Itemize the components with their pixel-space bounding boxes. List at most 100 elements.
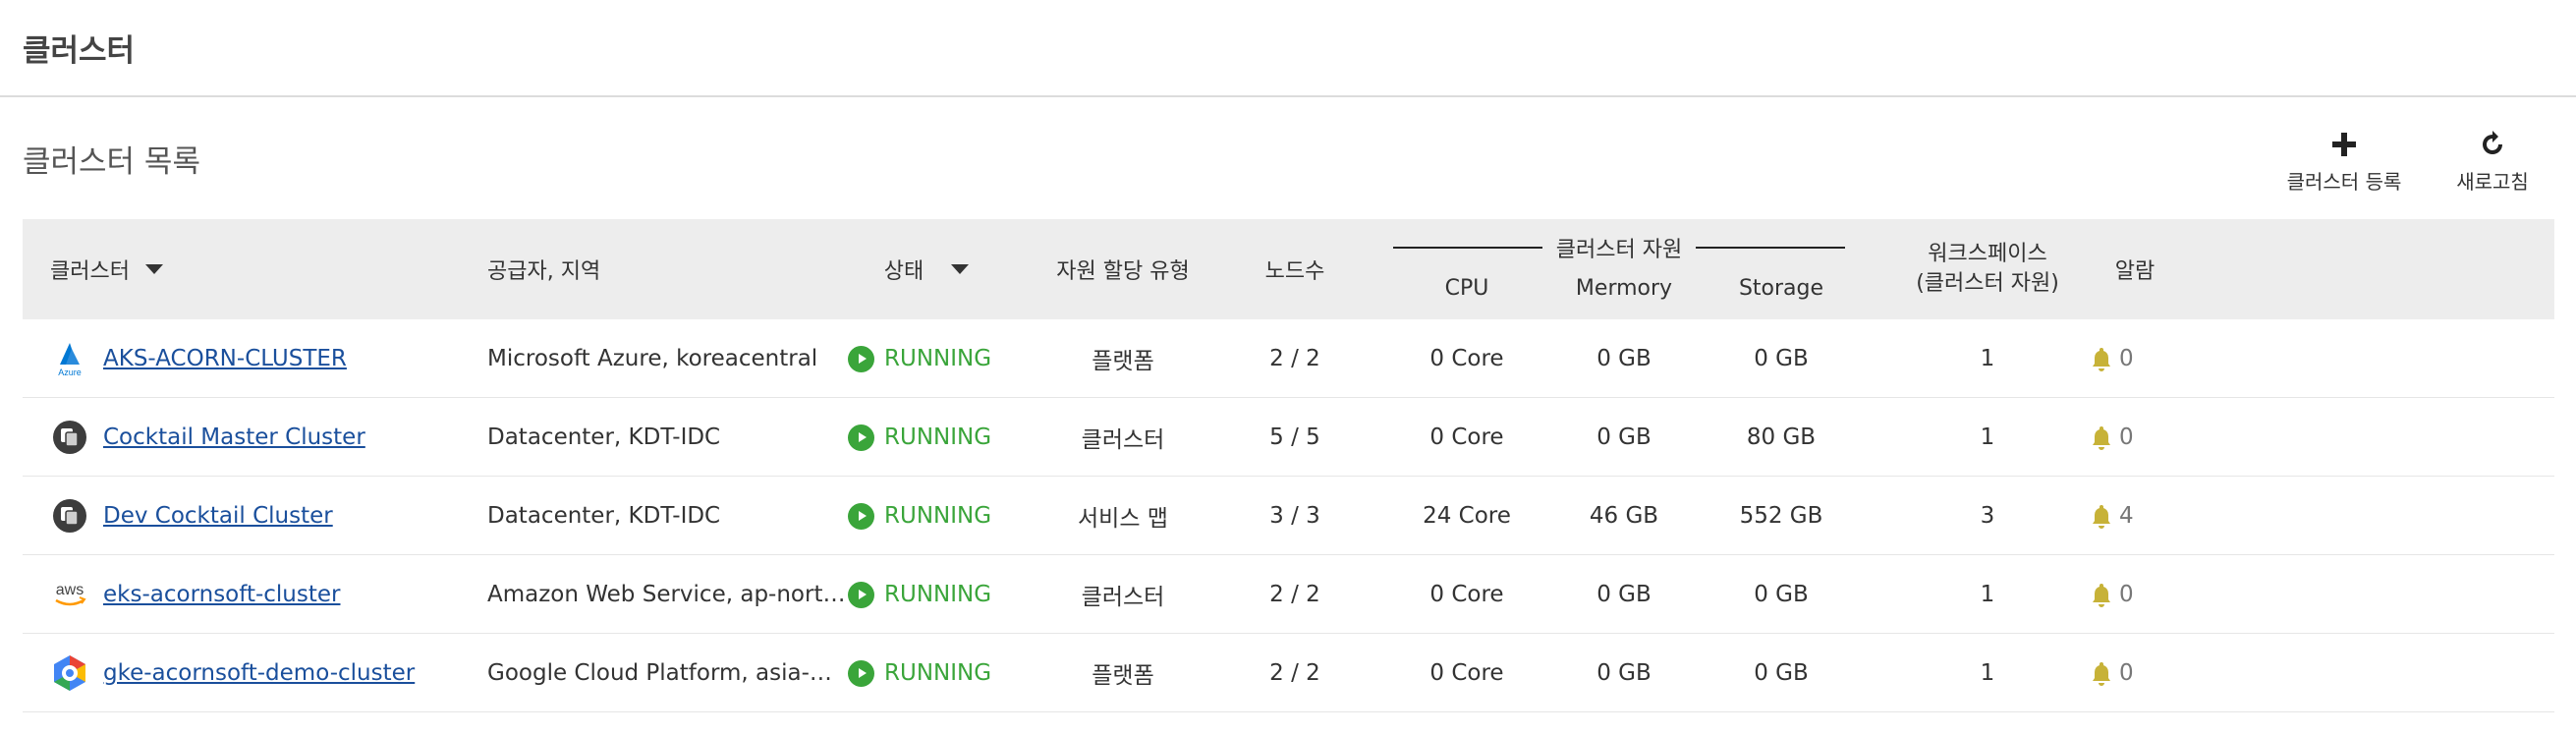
provider-text: Microsoft Azure, koreacentral <box>487 346 818 371</box>
table-row[interactable]: gke-acornsoft-demo-cluster Google Cloud … <box>23 634 2554 712</box>
cluster-name-link[interactable]: AKS-ACORN-CLUSTER <box>103 346 347 371</box>
cpu-cell: 24 Core <box>1393 477 1540 555</box>
workspace-text: 1 <box>1980 582 1995 607</box>
alarm-cell: 0 <box>2088 555 2186 634</box>
toolbar: 클러스터 등록 새로고침 <box>2275 129 2537 195</box>
cluster-cell: aws eks-acornsoft-cluster <box>50 555 482 634</box>
cluster-name-link[interactable]: gke-acornsoft-demo-cluster <box>103 660 415 686</box>
cluster-cell: Azure AKS-ACORN-CLUSTER <box>50 319 482 398</box>
status-badge: RUNNING <box>848 659 991 687</box>
workspace-cell: 1 <box>1870 398 2105 477</box>
play-icon <box>848 345 874 372</box>
storage-text: 0 GB <box>1754 660 1809 686</box>
status-cell: RUNNING <box>848 319 1025 398</box>
play-icon <box>848 659 874 687</box>
storage-text: 80 GB <box>1746 424 1817 450</box>
table-row[interactable]: Cocktail Master Cluster Datacenter, KDT-… <box>23 398 2554 477</box>
storage-text: 0 GB <box>1754 582 1809 607</box>
sort-down-icon <box>144 264 163 274</box>
provider-cell: Amazon Web Service, ap-nort… <box>487 555 846 634</box>
alarm-cell: 4 <box>2088 477 2186 555</box>
cluster-name-link[interactable]: Cocktail Master Cluster <box>103 424 365 450</box>
bell-icon <box>2093 505 2110 529</box>
alloc-type-text: 클러스터 <box>1081 585 1165 610</box>
cpu-text: 0 Core <box>1429 660 1504 686</box>
col-status-label: 상태 <box>883 259 924 284</box>
col-memory-label: Mermory <box>1575 276 1673 301</box>
status-text: RUNNING <box>884 346 992 371</box>
workspace-text: 1 <box>1980 346 1995 371</box>
col-workspace-sublabel: (클러스터 자원) <box>1916 271 2059 296</box>
alarm-count: 4 <box>2119 503 2134 529</box>
cluster-name-link[interactable]: eks-acornsoft-cluster <box>103 582 340 607</box>
col-alarm: 알람 <box>2066 219 2204 319</box>
provider-cell: Datacenter, KDT-IDC <box>487 477 846 555</box>
cluster-cell: Cocktail Master Cluster <box>50 398 482 477</box>
cpu-text: 0 Core <box>1429 582 1504 607</box>
storage-cell: 0 GB <box>1708 634 1855 712</box>
play-icon <box>848 502 874 530</box>
add-cluster-button[interactable]: 클러스터 등록 <box>2275 129 2413 195</box>
workspace-text: 1 <box>1980 660 1995 686</box>
nodes-cell: 3 / 3 <box>1236 477 1354 555</box>
provider-text: Datacenter, KDT-IDC <box>487 503 721 529</box>
bell-icon <box>2093 584 2110 607</box>
workspace-text: 1 <box>1980 424 1995 450</box>
alarm-count: 0 <box>2119 346 2134 371</box>
divider <box>1696 247 1845 249</box>
cluster-cell: gke-acornsoft-demo-cluster <box>50 634 482 712</box>
col-cluster[interactable]: 클러스터 <box>50 219 247 319</box>
alarm-cell: 0 <box>2088 634 2186 712</box>
alarm-count: 0 <box>2119 582 2134 607</box>
alarm-cell: 0 <box>2088 398 2186 477</box>
alloc-type-cell: 클러스터 <box>1025 398 1221 477</box>
table-row[interactable]: Azure AKS-ACORN-CLUSTER Microsoft Azure,… <box>23 319 2554 398</box>
alloc-type-text: 플랫폼 <box>1092 349 1154 374</box>
col-cpu-label: CPU <box>1444 276 1489 301</box>
refresh-button[interactable]: 새로고침 <box>2448 129 2537 195</box>
col-status[interactable]: 상태 <box>848 219 1005 319</box>
alloc-type-cell: 클러스터 <box>1025 555 1221 634</box>
alloc-type-text: 플랫폼 <box>1092 663 1154 689</box>
status-cell: RUNNING <box>848 634 1025 712</box>
storage-cell: 0 GB <box>1708 555 1855 634</box>
alloc-type-text: 서비스 맵 <box>1078 506 1168 532</box>
workspace-cell: 1 <box>1870 634 2105 712</box>
memory-text: 0 GB <box>1596 346 1652 371</box>
bell-icon <box>2093 662 2110 686</box>
alarm-badge[interactable]: 0 <box>2088 345 2134 372</box>
table-row[interactable]: aws eks-acornsoft-cluster Amazon Web Ser… <box>23 555 2554 634</box>
col-provider: 공급자, 지역 <box>487 219 684 319</box>
cluster-name-link[interactable]: Dev Cocktail Cluster <box>103 503 333 529</box>
alarm-badge[interactable]: 4 <box>2088 502 2134 530</box>
status-text: RUNNING <box>884 503 992 529</box>
list-header: 클러스터 목록 클러스터 등록 새로고침 <box>0 97 2576 219</box>
alloc-type-cell: 서비스 맵 <box>1025 477 1221 555</box>
aws-icon: aws <box>50 575 89 614</box>
col-alloc-type-label: 자원 할당 유형 <box>1056 259 1190 284</box>
cluster-cell: Dev Cocktail Cluster <box>50 477 482 555</box>
cpu-cell: 0 Core <box>1393 555 1540 634</box>
alarm-badge[interactable]: 0 <box>2088 581 2134 608</box>
alarm-cell: 0 <box>2088 319 2186 398</box>
play-icon <box>848 424 874 451</box>
provider-cell: Microsoft Azure, koreacentral <box>487 319 846 398</box>
alarm-badge[interactable]: 0 <box>2088 424 2134 451</box>
nodes-text: 2 / 2 <box>1269 346 1320 371</box>
storage-cell: 80 GB <box>1708 398 1855 477</box>
col-cluster-label: 클러스터 <box>50 259 130 284</box>
table-row[interactable]: Dev Cocktail Cluster Datacenter, KDT-IDC… <box>23 477 2554 555</box>
table-body: Azure AKS-ACORN-CLUSTER Microsoft Azure,… <box>23 319 2554 712</box>
cpu-text: 0 Core <box>1429 424 1504 450</box>
cluster-table: 클러스터 공급자, 지역 상태 자원 할당 유형 노드수 클러스터 자원 CPU… <box>23 219 2554 712</box>
memory-text: 46 GB <box>1589 503 1659 529</box>
status-cell: RUNNING <box>848 398 1025 477</box>
alarm-badge[interactable]: 0 <box>2088 659 2134 687</box>
provider-text: Datacenter, KDT-IDC <box>487 424 721 450</box>
datacenter-icon <box>50 496 89 536</box>
status-cell: RUNNING <box>848 555 1025 634</box>
memory-cell: 46 GB <box>1550 477 1698 555</box>
memory-text: 0 GB <box>1596 660 1652 686</box>
status-badge: RUNNING <box>848 424 991 451</box>
alarm-count: 0 <box>2119 424 2134 450</box>
